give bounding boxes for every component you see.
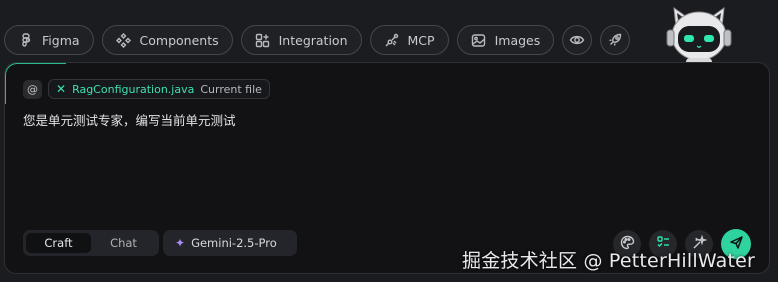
- file-tag: Current file: [200, 82, 262, 96]
- integration-icon: [255, 32, 271, 48]
- integration-label: Integration: [278, 32, 348, 48]
- images-button[interactable]: Images: [456, 25, 555, 55]
- current-file-chip[interactable]: ✕ RagConfiguration.java Current file: [48, 79, 270, 99]
- figma-icon: [18, 32, 34, 48]
- robot-cat-mascot: [664, 4, 734, 68]
- mcp-icon: [384, 32, 400, 48]
- image-icon: [471, 32, 487, 48]
- mode-chat[interactable]: Chat: [91, 233, 156, 253]
- integration-button[interactable]: Integration: [240, 25, 362, 55]
- chat-input-panel: @ ✕ RagConfiguration.java Current file 您…: [4, 62, 770, 274]
- mcp-label: MCP: [407, 32, 435, 48]
- prompt-input[interactable]: 您是单元测试专家，编写当前单元测试: [23, 110, 236, 129]
- model-name: Gemini-2.5-Pro: [191, 236, 277, 250]
- components-label: Components: [139, 32, 219, 48]
- mode-craft[interactable]: Craft: [26, 233, 91, 253]
- file-name: RagConfiguration.java: [72, 82, 195, 96]
- mention-button[interactable]: @: [23, 79, 42, 99]
- gemini-sparkle-icon: ✦: [175, 236, 186, 250]
- model-selector[interactable]: ✦ Gemini-2.5-Pro: [163, 230, 297, 256]
- preview-button[interactable]: [562, 25, 593, 55]
- figma-label: Figma: [42, 32, 80, 48]
- components-button[interactable]: Components: [101, 25, 233, 55]
- mcp-button[interactable]: MCP: [369, 25, 449, 55]
- components-icon: [116, 32, 132, 48]
- watermark: 掘金技术社区 @ PetterHillWater: [462, 250, 756, 272]
- context-toolbar: Figma Components Integration MCP Images: [4, 25, 631, 55]
- context-row: @ ✕ RagConfiguration.java Current file: [23, 79, 270, 99]
- mode-toggle: Craft Chat: [23, 230, 159, 256]
- remove-file-icon[interactable]: ✕: [56, 82, 66, 96]
- images-label: Images: [494, 32, 541, 48]
- rocket-icon: [607, 32, 623, 48]
- eye-icon: [569, 32, 585, 48]
- at-icon: @: [27, 82, 38, 96]
- figma-button[interactable]: Figma: [4, 25, 94, 55]
- deploy-button[interactable]: [600, 25, 631, 55]
